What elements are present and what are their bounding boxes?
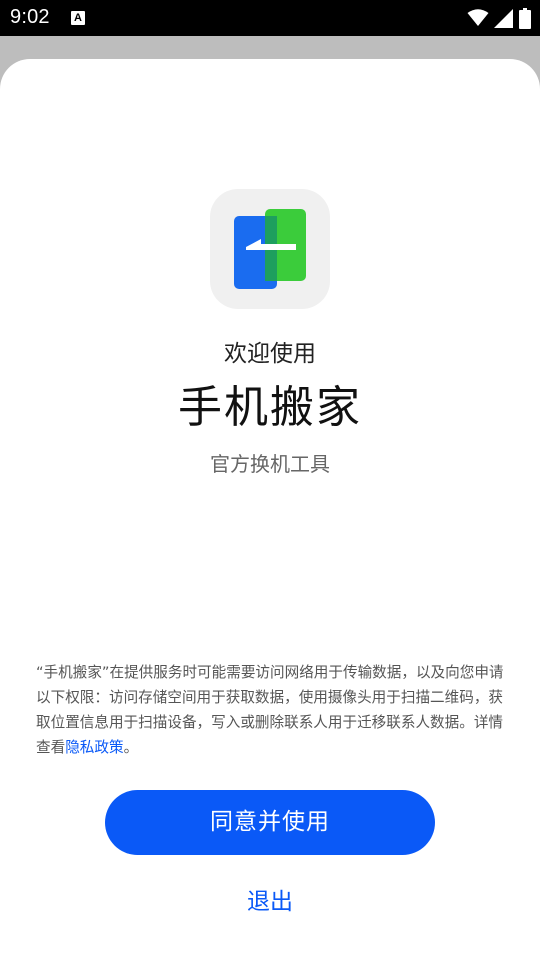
exit-button[interactable]: 退出 <box>220 882 320 922</box>
cellular-signal-icon <box>494 8 514 28</box>
privacy-policy-link[interactable]: 隐私政策 <box>65 739 123 756</box>
app-subtitle: 官方换机工具 <box>210 452 330 476</box>
status-icons <box>467 7 531 29</box>
status-time: 9:02 <box>10 6 50 28</box>
permission-notice: “手机搬家”在提供服务时可能需要访问网络用于传输数据，以及向您申请以下权限：访问… <box>36 660 506 760</box>
status-bar: 9:02 A <box>0 0 540 36</box>
notice-end: 。 <box>123 739 139 756</box>
screen: 9:02 A 欢迎使用 手机搬家 官方换机工具 “手机搬家”在提供服务时可能需要… <box>0 0 540 960</box>
wifi-icon <box>467 9 489 27</box>
welcome-sheet: 欢迎使用 手机搬家 官方换机工具 “手机搬家”在提供服务时可能需要访问网络用于传… <box>0 59 540 960</box>
battery-icon <box>519 7 531 29</box>
app-name: 手机搬家 <box>178 382 362 433</box>
notification-a-icon: A <box>71 11 85 25</box>
agree-and-use-button[interactable]: 同意并使用 <box>105 790 435 855</box>
phone-transfer-app-icon <box>210 189 330 309</box>
welcome-text: 欢迎使用 <box>224 341 316 367</box>
